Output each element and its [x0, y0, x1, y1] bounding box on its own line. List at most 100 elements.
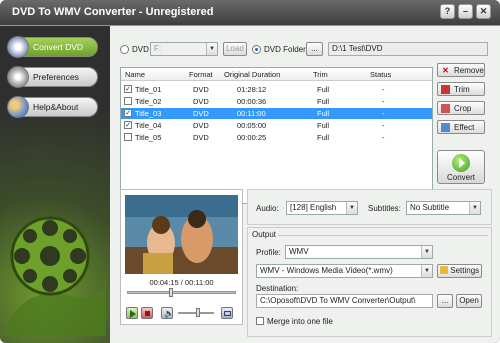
open-button[interactable]: Open: [456, 294, 482, 308]
snapshot-button[interactable]: [221, 307, 233, 319]
volume-slider-thumb[interactable]: [196, 308, 200, 317]
remove-icon: ✕: [442, 65, 449, 75]
chevron-down-icon: ▼: [469, 202, 480, 214]
chevron-down-icon: ▼: [421, 265, 432, 277]
table-row[interactable]: ✓ Title_04 DVD 00:05:00 Full -: [121, 120, 432, 131]
convert-button[interactable]: Convert: [437, 150, 485, 184]
trim-button-label: Trim: [454, 84, 470, 94]
row-duration: 00:00:36: [237, 97, 267, 106]
sidebar-item-label: Help&About: [33, 102, 79, 112]
row-status: -: [382, 97, 385, 106]
settings-button-label: Settings: [450, 266, 480, 275]
row-duration: 00:11:00: [237, 109, 266, 118]
preview-panel: 00:04:15 / 00:11:00 🔈: [120, 189, 243, 325]
effect-button[interactable]: Effect: [437, 120, 485, 134]
destination-browse-button[interactable]: ...: [437, 294, 453, 308]
sidebar-item-label: Preferences: [33, 72, 79, 82]
drive-select-value: F:: [154, 44, 162, 53]
play-icon: [130, 310, 136, 318]
audio-select-value: [128] English: [290, 203, 337, 212]
sidebar-item-convert-dvd[interactable]: Convert DVD: [7, 36, 98, 58]
drive-select[interactable]: F: ▼: [150, 42, 218, 56]
table-row[interactable]: Title_05 DVD 00:00:25 Full -: [121, 132, 432, 143]
profile-select-value: WMV: [289, 247, 309, 256]
help-button[interactable]: ?: [440, 4, 455, 19]
minimize-button[interactable]: –: [458, 4, 473, 19]
row-checkbox[interactable]: [124, 97, 132, 105]
speaker-icon: 🔈: [164, 309, 174, 318]
row-format: DVD: [193, 109, 209, 118]
format-select[interactable]: WMV - Windows Media Video(*.wmv) ▼: [256, 264, 433, 278]
table-row[interactable]: ✓ Title_01 DVD 01:28:12 Full -: [121, 84, 432, 95]
row-duration: 01:28:12: [237, 85, 267, 94]
remove-button[interactable]: ✕ Remove: [437, 63, 485, 77]
close-button[interactable]: ✕: [476, 4, 491, 19]
film-reel-logo: [2, 216, 106, 336]
seek-slider[interactable]: [127, 288, 236, 297]
subtitles-label: Subtitles:: [368, 204, 401, 213]
audio-select[interactable]: [128] English ▼: [286, 201, 358, 215]
row-status: -: [382, 85, 385, 94]
column-name[interactable]: Name: [125, 70, 145, 79]
crop-button[interactable]: Crop: [437, 101, 485, 115]
load-button[interactable]: Load: [223, 42, 247, 56]
folder-path-field[interactable]: D:\1 Test\DVD: [328, 42, 488, 56]
row-checkbox[interactable]: [124, 133, 132, 141]
trim-button[interactable]: Trim: [437, 82, 485, 96]
play-button[interactable]: [126, 307, 138, 319]
seek-slider-thumb[interactable]: [169, 288, 173, 297]
settings-icon: [440, 266, 448, 274]
volume-button[interactable]: 🔈: [161, 307, 174, 319]
destination-field[interactable]: C:\Oposoft\DVD To WMV Converter\Output\: [256, 294, 433, 308]
gear-icon: [7, 66, 29, 88]
subtitles-select[interactable]: No Subtitle ▼: [406, 201, 481, 215]
dvd-folder-radio[interactable]: [252, 45, 261, 54]
row-trim: Full: [317, 85, 330, 94]
row-name: Title_02: [135, 97, 162, 106]
table-row[interactable]: ✓ Title_03 DVD 00:11:00 Full -: [121, 108, 432, 119]
settings-button[interactable]: Settings: [437, 264, 482, 278]
crop-icon: [441, 103, 450, 113]
row-format: DVD: [193, 97, 209, 106]
row-status: -: [382, 133, 385, 142]
dvd-radio[interactable]: [120, 45, 129, 54]
convert-button-label: Convert: [446, 173, 475, 182]
chevron-down-icon: ▼: [421, 246, 432, 258]
app-window: DVD To WMV Converter - Unregistered ? – …: [0, 0, 500, 343]
sidebar-item-preferences[interactable]: Preferences: [7, 66, 98, 88]
column-trim[interactable]: Trim: [313, 70, 328, 79]
subtitles-select-value: No Subtitle: [410, 203, 450, 212]
chevron-down-icon: ▼: [206, 43, 217, 55]
format-select-value: WMV - Windows Media Video(*.wmv): [260, 266, 393, 275]
stop-icon: [145, 311, 150, 316]
row-name: Title_01: [135, 85, 162, 94]
column-duration[interactable]: Original Duration: [224, 70, 280, 79]
volume-slider[interactable]: [178, 308, 214, 317]
row-duration: 00:00:25: [237, 133, 267, 142]
output-divider: [278, 235, 488, 236]
row-trim: Full: [317, 121, 330, 130]
profile-select[interactable]: WMV ▼: [285, 245, 433, 259]
stop-button[interactable]: [141, 307, 153, 319]
row-checkbox[interactable]: ✓: [124, 121, 132, 129]
sidebar-item-help-about[interactable]: Help&About: [7, 96, 98, 118]
row-checkbox[interactable]: ✓: [124, 85, 132, 93]
row-format: DVD: [193, 133, 209, 142]
title-list[interactable]: Name Format Original Duration Trim Statu…: [120, 67, 433, 204]
row-name: Title_04: [135, 121, 162, 130]
main-panel: DVD F: ▼ Load DVD Folder ... D:\1 Test\D…: [110, 26, 500, 343]
row-status: -: [382, 109, 385, 118]
time-readout: 00:04:15 / 00:11:00: [149, 278, 214, 287]
output-section-title: Output: [252, 230, 277, 239]
column-format[interactable]: Format: [189, 70, 213, 79]
row-checkbox[interactable]: ✓: [124, 109, 132, 117]
destination-label: Destination:: [256, 284, 299, 293]
row-format: DVD: [193, 85, 209, 94]
sidebar-item-label: Convert DVD: [33, 42, 84, 52]
column-status[interactable]: Status: [370, 70, 391, 79]
title-list-header: Name Format Original Duration Trim Statu…: [121, 68, 432, 81]
table-row[interactable]: Title_02 DVD 00:00:36 Full -: [121, 96, 432, 107]
browse-folder-button[interactable]: ...: [306, 42, 323, 56]
merge-checkbox[interactable]: [256, 317, 264, 325]
title-bar[interactable]: DVD To WMV Converter - Unregistered ? – …: [0, 0, 500, 26]
